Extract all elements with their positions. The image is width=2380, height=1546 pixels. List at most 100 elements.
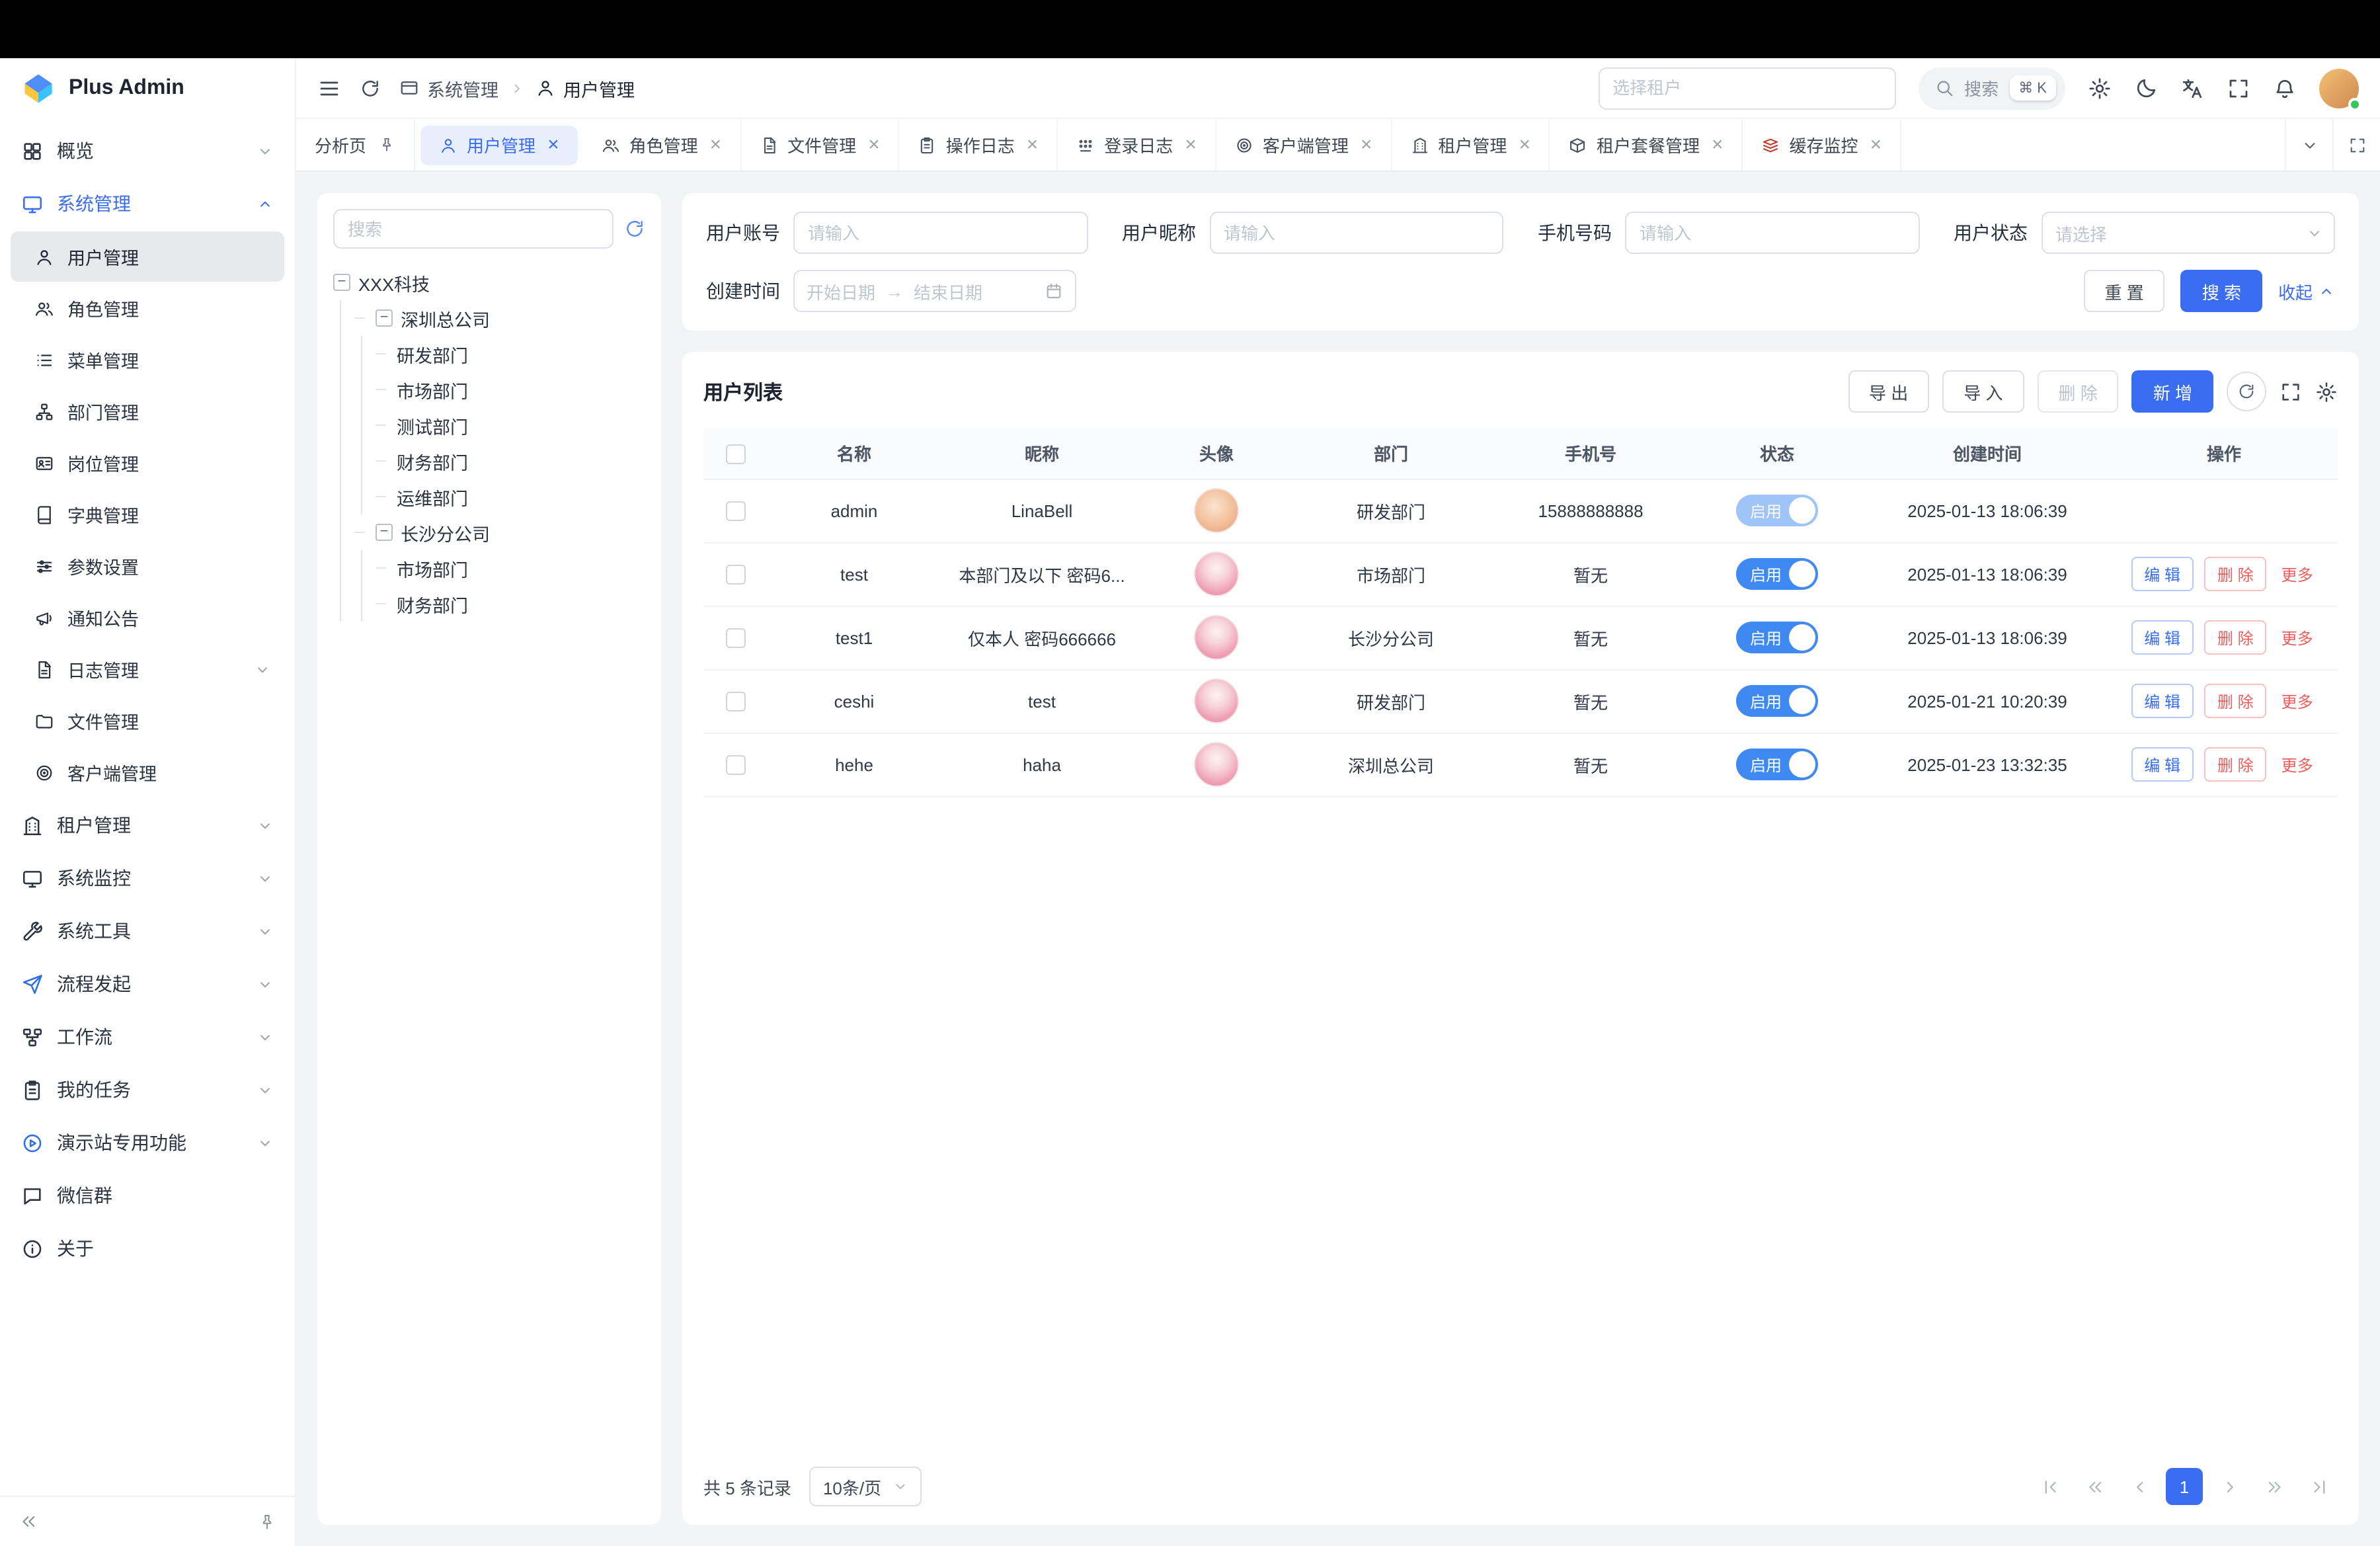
phone-input[interactable] (1625, 212, 1919, 254)
row-checkbox[interactable] (725, 565, 745, 585)
last-page-button[interactable] (2301, 1468, 2338, 1505)
tab-close-icon[interactable]: × (1870, 135, 1882, 155)
tab[interactable]: 租户套餐管理× (1550, 119, 1743, 171)
tree-node[interactable]: 测试部门 (376, 407, 645, 443)
first-page-button[interactable] (2031, 1468, 2068, 1505)
status-toggle[interactable]: 启用 (1737, 558, 1817, 590)
next-page-button[interactable] (2211, 1468, 2248, 1505)
tabs-dropdown-button[interactable] (2285, 119, 2332, 171)
table-fullscreen-icon[interactable] (2280, 380, 2302, 403)
sidebar-subitem[interactable]: 字典管理 (11, 489, 284, 540)
language-icon[interactable] (2180, 76, 2204, 100)
tab[interactable]: 文件管理× (741, 119, 900, 171)
export-button[interactable]: 导 出 (1848, 370, 1929, 413)
edit-button[interactable]: 编 辑 (2131, 620, 2194, 655)
dept-search-input[interactable] (333, 209, 614, 249)
tree-node[interactable]: 财务部门 (376, 586, 645, 622)
tab-close-icon[interactable]: × (1519, 135, 1530, 155)
app-logo[interactable]: Plus Admin (0, 58, 295, 119)
more-button[interactable]: 更多 (2278, 684, 2317, 718)
collapse-filters-button[interactable]: 收起 (2278, 278, 2335, 304)
notifications-icon[interactable] (2273, 76, 2297, 100)
tree-expander-icon[interactable]: − (376, 309, 393, 327)
tab-close-icon[interactable]: × (1361, 135, 1372, 155)
sidebar-item[interactable]: 系统工具 (0, 905, 295, 957)
sidebar-item[interactable]: 流程发起 (0, 957, 295, 1010)
nickname-input[interactable] (1209, 212, 1503, 254)
page-size-select[interactable]: 10条/页 (810, 1467, 921, 1506)
tab-close-icon[interactable]: × (1185, 135, 1197, 155)
status-select[interactable]: 请选择 (2041, 212, 2335, 254)
sidebar-item[interactable]: 演示站专用功能 (0, 1116, 295, 1169)
row-checkbox[interactable] (725, 755, 745, 775)
tab-close-icon[interactable]: × (1712, 135, 1724, 155)
add-button[interactable]: 新 增 (2132, 370, 2213, 413)
breadcrumb-item[interactable]: 系统管理 (399, 75, 498, 101)
batch-delete-button[interactable]: 删 除 (2038, 370, 2119, 413)
tree-node[interactable]: 市场部门 (376, 550, 645, 586)
edit-button[interactable]: 编 辑 (2131, 684, 2194, 718)
daterange-input[interactable]: 开始日期 → 结束日期 (793, 270, 1076, 312)
tree-node[interactable]: −XXX科技 (333, 264, 645, 300)
tab[interactable]: 用户管理× (420, 125, 578, 165)
sidebar-item[interactable]: 租户管理 (0, 799, 295, 852)
content-fullscreen-button[interactable] (2332, 119, 2380, 171)
tree-refresh-icon[interactable] (624, 218, 645, 239)
tab[interactable]: 操作日志× (900, 119, 1058, 171)
search-button[interactable]: 搜 索 (2181, 270, 2262, 312)
tree-node[interactable]: 财务部门 (376, 443, 645, 479)
edit-button[interactable]: 编 辑 (2131, 747, 2194, 782)
sidebar-subitem[interactable]: 通知公告 (11, 592, 284, 643)
tab[interactable]: 缓存监控× (1743, 119, 1902, 171)
global-search[interactable]: 搜索 ⌘ K (1918, 67, 2065, 109)
row-delete-button[interactable]: 删 除 (2204, 684, 2267, 718)
tab-close-icon[interactable]: × (710, 135, 722, 155)
sidebar-subitem[interactable]: 日志管理 (11, 644, 284, 694)
tab[interactable]: 角色管理× (583, 119, 742, 171)
prev-block-button[interactable] (2076, 1468, 2113, 1505)
tree-node[interactable]: 运维部门 (376, 479, 645, 514)
sidebar-item[interactable]: 我的任务 (0, 1063, 295, 1116)
breadcrumb-item-current[interactable]: 用户管理 (536, 75, 635, 101)
tab[interactable]: 租户管理× (1392, 119, 1550, 171)
collapse-sidebar-icon[interactable] (19, 1512, 38, 1531)
sidebar-subitem[interactable]: 客户端管理 (11, 747, 284, 797)
row-delete-button[interactable]: 删 除 (2204, 620, 2267, 655)
tree-node[interactable]: 市场部门 (376, 372, 645, 407)
page-number[interactable]: 1 (2166, 1468, 2203, 1505)
dark-mode-icon[interactable] (2134, 76, 2158, 100)
sidebar-item[interactable]: 微信群 (0, 1169, 295, 1222)
status-toggle[interactable]: 启用 (1737, 685, 1817, 717)
tab[interactable]: 客户端管理× (1216, 119, 1392, 171)
row-delete-button[interactable]: 删 除 (2204, 747, 2267, 782)
sidebar-subitem[interactable]: 角色管理 (11, 283, 284, 333)
sidebar-subitem[interactable]: 参数设置 (11, 541, 284, 591)
more-button[interactable]: 更多 (2278, 747, 2317, 782)
sidebar-subitem[interactable]: 文件管理 (11, 696, 284, 746)
tab[interactable]: 分析页 (296, 119, 415, 171)
pin-icon[interactable] (378, 136, 395, 153)
status-toggle[interactable]: 启用 (1737, 749, 1817, 780)
user-avatar[interactable] (2319, 68, 2359, 108)
sidebar-item[interactable]: 关于 (0, 1222, 295, 1275)
next-block-button[interactable] (2256, 1468, 2293, 1505)
refresh-page-icon[interactable] (360, 77, 381, 99)
tenant-select-input[interactable] (1598, 67, 1895, 109)
fullscreen-icon[interactable] (2227, 76, 2250, 100)
table-settings-icon[interactable] (2315, 380, 2338, 403)
settings-icon[interactable] (2088, 76, 2112, 100)
row-checkbox[interactable] (725, 628, 745, 648)
tab[interactable]: 登录日志× (1058, 119, 1216, 171)
tab-close-icon[interactable]: × (1027, 135, 1039, 155)
tab-close-icon[interactable]: × (868, 135, 880, 155)
more-button[interactable]: 更多 (2278, 620, 2317, 655)
row-checkbox[interactable] (725, 692, 745, 712)
sidebar-subitem[interactable]: 岗位管理 (11, 438, 284, 488)
prev-page-button[interactable] (2121, 1468, 2158, 1505)
sidebar-item[interactable]: 系统监控 (0, 852, 295, 905)
tree-node[interactable]: −长沙分公司 (354, 514, 645, 550)
more-button[interactable]: 更多 (2278, 557, 2317, 591)
row-checkbox[interactable] (725, 501, 745, 521)
tree-expander-icon[interactable]: − (376, 524, 393, 541)
reset-button[interactable]: 重 置 (2083, 270, 2164, 312)
